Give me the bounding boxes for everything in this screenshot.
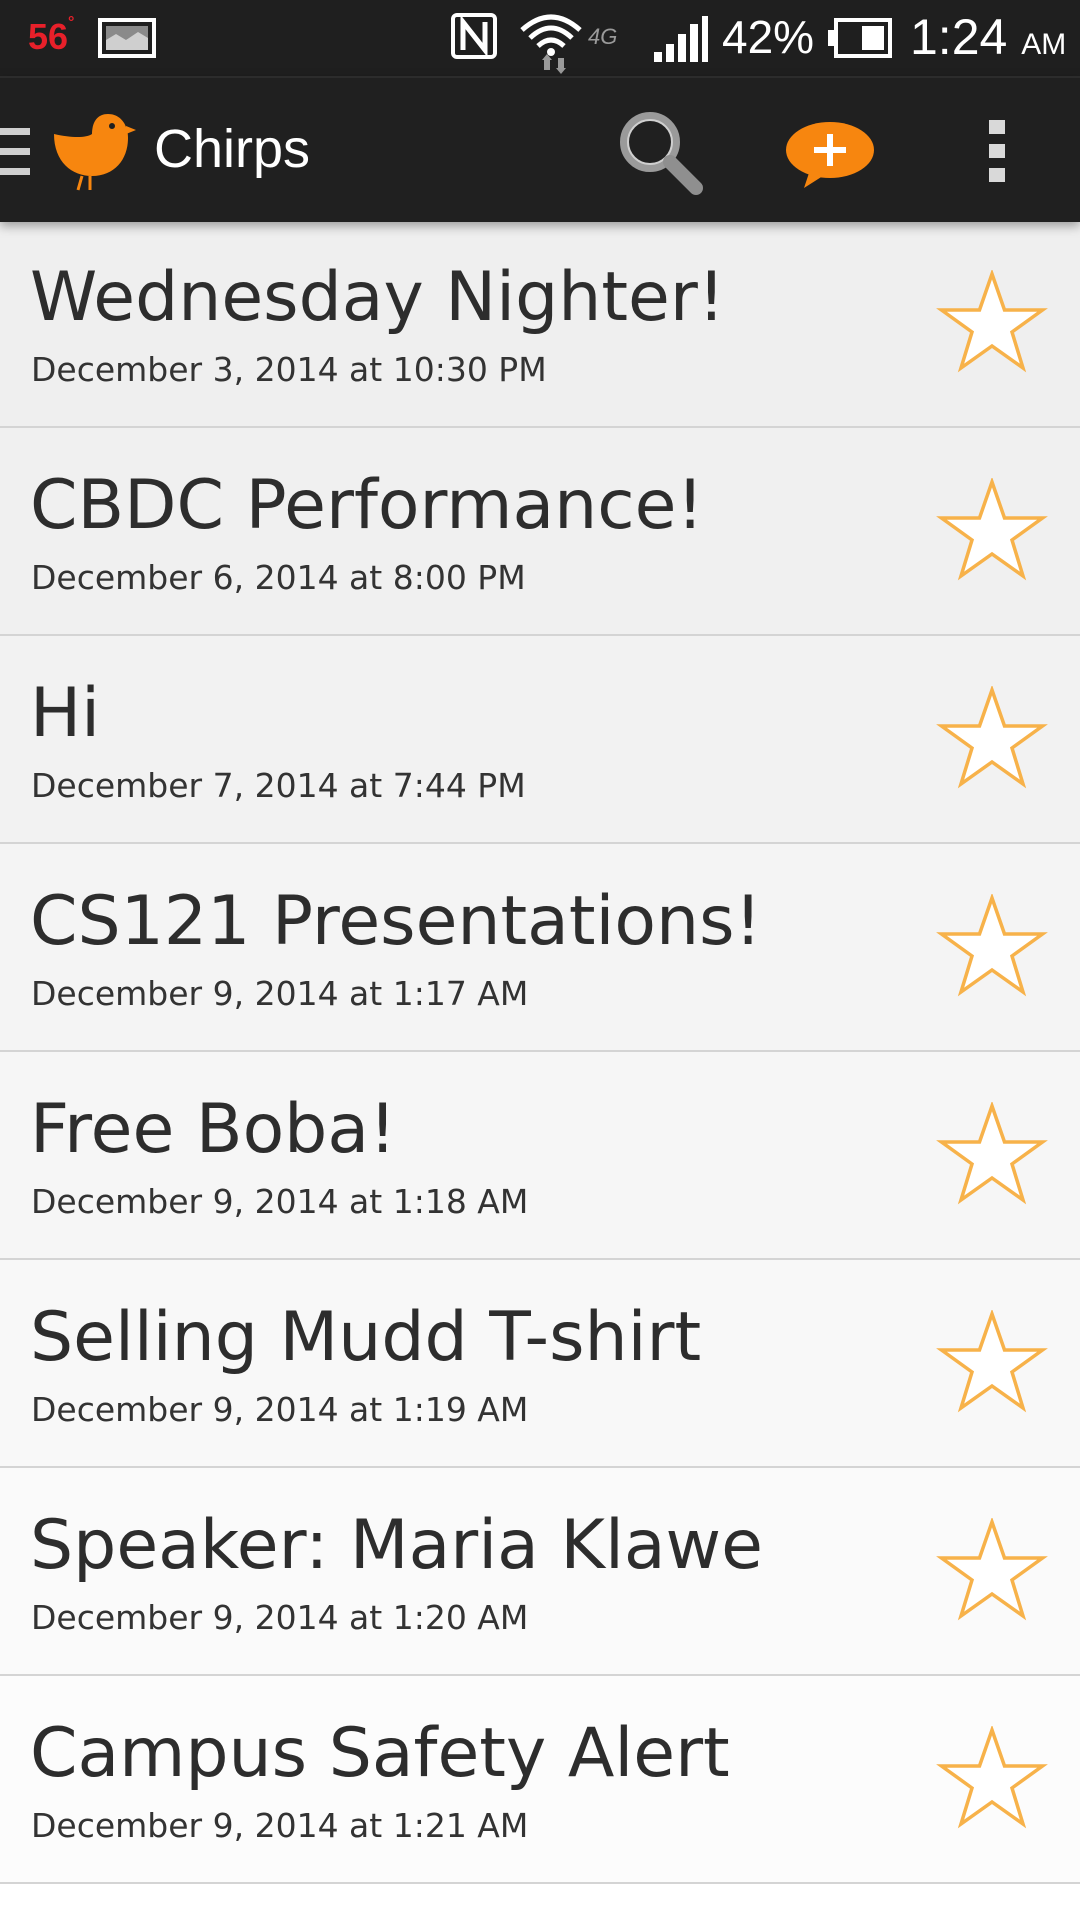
battery-icon	[828, 18, 892, 58]
list-item[interactable]: Hi December 7, 2014 at 7:44 PM	[0, 636, 1080, 844]
clock: 1:24 AM	[910, 9, 1067, 65]
add-chirp-icon[interactable]	[780, 114, 880, 194]
chirp-date: December 9, 2014 at 1:21 AM	[31, 1806, 529, 1845]
battery-percent: 42%	[722, 11, 815, 63]
star-outline-icon[interactable]	[936, 478, 1048, 586]
star-outline-icon[interactable]	[936, 1518, 1048, 1626]
wifi-icon	[520, 14, 582, 74]
chirp-title: Hi	[30, 674, 101, 753]
network-type: 4G	[588, 24, 618, 49]
status-bar: 56° 4G 42% 1:24 AM	[0, 0, 1080, 76]
star-outline-icon[interactable]	[936, 270, 1048, 378]
chirp-date: December 9, 2014 at 1:18 AM	[31, 1182, 529, 1221]
chirp-date: December 7, 2014 at 7:44 PM	[31, 766, 526, 805]
chirp-date: December 6, 2014 at 8:00 PM	[31, 558, 526, 597]
chirp-date: December 3, 2014 at 10:30 PM	[31, 350, 547, 389]
list-item[interactable]: Free Boba! December 9, 2014 at 1:18 AM	[0, 1052, 1080, 1260]
chirp-title: Selling Mudd T-shirt	[30, 1298, 702, 1377]
chirp-list: Wednesday Nighter! December 3, 2014 at 1…	[0, 220, 1080, 1884]
list-item[interactable]: Selling Mudd T-shirt December 9, 2014 at…	[0, 1260, 1080, 1468]
overflow-menu-icon[interactable]	[972, 116, 1022, 186]
star-outline-icon[interactable]	[936, 894, 1048, 1002]
chirp-date: December 9, 2014 at 1:20 AM	[31, 1598, 529, 1637]
bird-logo-icon[interactable]	[46, 104, 136, 194]
star-outline-icon[interactable]	[936, 1310, 1048, 1418]
list-item[interactable]: CS121 Presentations! December 9, 2014 at…	[0, 844, 1080, 1052]
list-item[interactable]: Wednesday Nighter! December 3, 2014 at 1…	[0, 220, 1080, 428]
list-item[interactable]: Speaker: Maria Klawe December 9, 2014 at…	[0, 1468, 1080, 1676]
chirp-title: Wednesday Nighter!	[30, 258, 726, 337]
chirp-title: CS121 Presentations!	[30, 882, 762, 961]
chirp-title: Speaker: Maria Klawe	[30, 1506, 763, 1585]
star-outline-icon[interactable]	[936, 1726, 1048, 1834]
action-bar: Chirps	[0, 76, 1080, 222]
chirp-title: Free Boba!	[30, 1090, 397, 1169]
list-item[interactable]: Campus Safety Alert December 9, 2014 at …	[0, 1676, 1080, 1884]
signal-icon	[654, 16, 708, 62]
star-outline-icon[interactable]	[936, 686, 1048, 794]
chirp-title: CBDC Performance!	[30, 466, 704, 545]
drawer-icon[interactable]	[0, 126, 30, 178]
chirp-date: December 9, 2014 at 1:19 AM	[31, 1390, 529, 1429]
chirp-title: Campus Safety Alert	[30, 1714, 730, 1793]
star-outline-icon[interactable]	[936, 1102, 1048, 1210]
chirp-date: December 9, 2014 at 1:17 AM	[31, 974, 529, 1013]
gallery-icon	[98, 18, 156, 58]
search-icon[interactable]	[614, 106, 706, 198]
app-title: Chirps	[154, 119, 311, 179]
list-item[interactable]: CBDC Performance! December 6, 2014 at 8:…	[0, 428, 1080, 636]
weather-temperature: 56°	[28, 14, 75, 57]
nfc-icon	[451, 13, 497, 59]
